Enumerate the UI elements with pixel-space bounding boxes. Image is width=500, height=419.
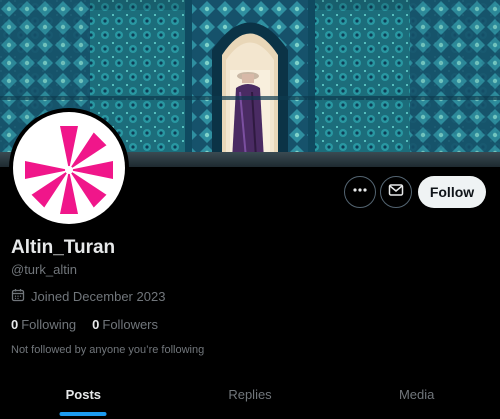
- display-name: Altin_Turan: [11, 237, 116, 258]
- more-options-button[interactable]: [344, 176, 376, 208]
- joined-date-row: Joined December 2023: [11, 288, 165, 305]
- following-link[interactable]: 0 Following: [11, 317, 76, 332]
- tab-posts[interactable]: Posts: [0, 375, 167, 419]
- active-tab-indicator: [59, 412, 107, 416]
- message-button[interactable]: [380, 176, 412, 208]
- profile-tabs: Posts Replies Media: [0, 375, 500, 419]
- follow-stats: 0 Following 0 Followers: [11, 317, 158, 332]
- profile-avatar[interactable]: [9, 108, 129, 228]
- joined-date-text: Joined December 2023: [31, 289, 166, 304]
- followers-count: 0: [92, 317, 100, 332]
- tab-media-label: Media: [398, 387, 435, 402]
- envelope-icon: [388, 182, 404, 203]
- follow-button[interactable]: Follow: [418, 176, 486, 208]
- more-horizontal-icon: [352, 182, 368, 203]
- user-handle: @turk_altin: [11, 262, 77, 277]
- not-followed-note: Not followed by anyone you’re following: [11, 344, 205, 356]
- tab-replies[interactable]: Replies: [167, 375, 334, 419]
- tab-media[interactable]: Media: [333, 375, 500, 419]
- avatar-starburst-logo: [25, 126, 113, 214]
- followers-label: Followers: [102, 317, 159, 332]
- tab-replies-label: Replies: [228, 387, 272, 402]
- followers-link[interactable]: 0 Followers: [92, 317, 158, 332]
- following-label: Following: [21, 317, 77, 332]
- following-count: 0: [11, 317, 19, 332]
- calendar-icon: [11, 288, 25, 305]
